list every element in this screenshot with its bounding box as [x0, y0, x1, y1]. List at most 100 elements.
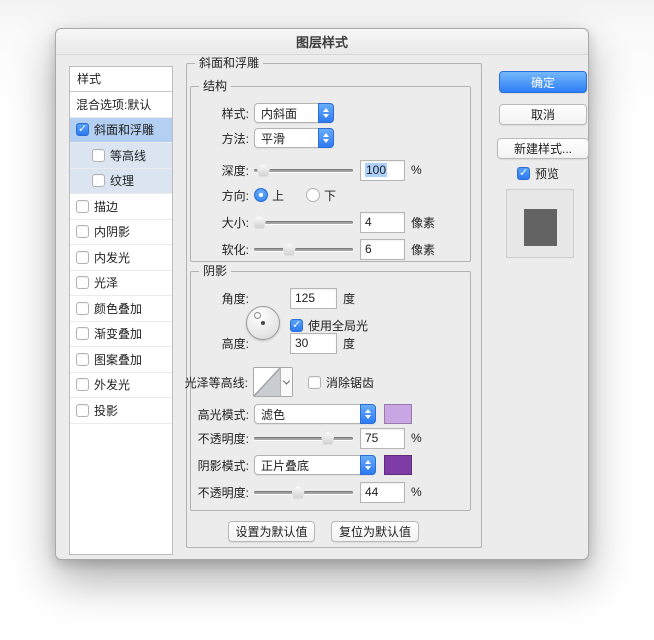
preview-thumbnail	[524, 209, 557, 246]
checkbox[interactable]	[76, 404, 89, 417]
anti-alias-checkbox[interactable]	[308, 376, 321, 389]
sidebar-item[interactable]: 描边	[70, 194, 172, 220]
soften-input[interactable]: 6	[360, 239, 405, 260]
altitude-row: 高度: 30 度	[191, 332, 466, 354]
highlight-opacity-row: 不透明度: 75 %	[191, 427, 466, 449]
contour-thumbnail-icon	[254, 368, 281, 396]
slider-thumb[interactable]	[253, 216, 266, 229]
sidebar-item[interactable]: 渐变叠加	[70, 322, 172, 348]
size-unit: 像素	[411, 214, 435, 231]
soften-unit: 像素	[411, 241, 435, 258]
slider-track	[254, 221, 353, 224]
dialog-title: 图层样式	[296, 32, 348, 51]
sidebar-item[interactable]: 外发光	[70, 373, 172, 399]
styles-list[interactable]: 样式 混合选项:默认斜面和浮雕等高线纹理描边内阴影内发光光泽颜色叠加渐变叠加图案…	[69, 66, 173, 555]
altitude-unit: 度	[343, 335, 355, 352]
ok-button[interactable]: 确定	[499, 71, 587, 93]
depth-row: 深度: 100 %	[191, 159, 466, 181]
direction-row: 方向: 上 下	[191, 184, 466, 206]
depth-label: 深度:	[191, 162, 249, 179]
checkbox[interactable]	[92, 174, 105, 187]
checked-checkbox[interactable]	[76, 123, 89, 136]
bevel-emboss-group-title: 斜面和浮雕	[195, 56, 263, 71]
sidebar-item[interactable]: 等高线	[70, 143, 172, 169]
contour-dropdown-arrow-icon[interactable]	[281, 368, 292, 396]
slider-thumb[interactable]	[321, 432, 334, 445]
angle-input[interactable]: 125	[290, 288, 337, 309]
shadow-mode-dropdown[interactable]: 正片叠底	[254, 455, 376, 475]
sidebar-item[interactable]: 投影	[70, 398, 172, 424]
sidebar-item-label: 投影	[94, 402, 118, 419]
slider-thumb[interactable]	[283, 243, 296, 256]
gloss-contour-row: 光泽等高线: 消除锯齿	[191, 367, 466, 397]
reset-default-button[interactable]: 复位为默认值	[331, 521, 419, 542]
direction-up-label: 上	[272, 187, 284, 204]
layer-style-dialog: 图层样式 样式 混合选项:默认斜面和浮雕等高线纹理描边内阴影内发光光泽颜色叠加渐…	[55, 28, 589, 560]
size-label: 大小:	[191, 214, 249, 231]
soften-row: 软化: 6 像素	[191, 238, 466, 260]
sidebar-item-label: 外发光	[94, 376, 130, 393]
checkbox[interactable]	[76, 302, 89, 315]
depth-input[interactable]: 100	[360, 160, 405, 181]
angle-dial-indicator[interactable]	[254, 312, 261, 319]
shadow-opacity-unit: %	[411, 485, 422, 499]
size-input[interactable]: 4	[360, 212, 405, 233]
sidebar-item[interactable]: 光泽	[70, 271, 172, 297]
sidebar-item[interactable]: 内阴影	[70, 220, 172, 246]
sidebar-item-label: 图案叠加	[94, 351, 142, 368]
global-light-checkbox[interactable]	[290, 319, 303, 332]
sidebar-item[interactable]: 颜色叠加	[70, 296, 172, 322]
soften-label: 软化:	[191, 241, 249, 258]
sidebar-item[interactable]: 内发光	[70, 245, 172, 271]
angle-dial-center	[261, 321, 265, 325]
size-slider[interactable]	[254, 215, 353, 230]
structure-legend: 结构	[199, 79, 231, 94]
soften-slider[interactable]	[254, 242, 353, 257]
highlight-color-swatch[interactable]	[384, 404, 412, 424]
set-default-button[interactable]: 设置为默认值	[228, 521, 315, 542]
highlight-opacity-slider[interactable]	[254, 431, 353, 446]
shading-legend: 阴影	[199, 264, 231, 279]
sidebar-item[interactable]: 斜面和浮雕	[70, 118, 172, 144]
sidebar-item[interactable]: 混合选项:默认	[70, 92, 172, 118]
highlight-opacity-unit: %	[411, 431, 422, 445]
bevel-style-value: 内斜面	[255, 105, 318, 122]
checkbox[interactable]	[76, 251, 89, 264]
dialog-titlebar[interactable]: 图层样式	[56, 29, 588, 55]
slider-track	[254, 437, 353, 440]
preview-label: 预览	[535, 165, 559, 182]
sidebar-item[interactable]: 图案叠加	[70, 347, 172, 373]
checkbox[interactable]	[76, 276, 89, 289]
shadow-opacity-input[interactable]: 44	[360, 482, 405, 503]
gloss-contour-picker[interactable]	[253, 367, 293, 397]
depth-slider[interactable]	[254, 163, 353, 178]
highlight-opacity-input[interactable]: 75	[360, 428, 405, 449]
altitude-input[interactable]: 30	[290, 333, 337, 354]
angle-row: 角度: 125 度	[191, 287, 466, 309]
preview-checkbox[interactable]	[517, 167, 530, 180]
direction-up-radio[interactable]	[254, 188, 268, 202]
sidebar-item[interactable]: 纹理	[70, 169, 172, 195]
slider-thumb[interactable]	[292, 486, 305, 499]
slider-thumb[interactable]	[257, 164, 270, 177]
highlight-mode-dropdown[interactable]: 滤色	[254, 404, 376, 424]
checkbox[interactable]	[92, 149, 105, 162]
altitude-label: 高度:	[191, 335, 249, 352]
new-style-button[interactable]: 新建样式...	[497, 138, 589, 159]
direction-down-radio[interactable]	[306, 188, 320, 202]
cancel-button[interactable]: 取消	[499, 104, 587, 125]
checkbox[interactable]	[76, 378, 89, 391]
bevel-style-dropdown[interactable]: 内斜面	[254, 103, 334, 123]
sidebar-item-label: 渐变叠加	[94, 325, 142, 342]
style-row: 样式: 内斜面	[191, 102, 466, 124]
sidebar-item-label: 颜色叠加	[94, 300, 142, 317]
shadow-mode-label: 阴影模式:	[191, 457, 249, 474]
checkbox[interactable]	[76, 200, 89, 213]
checkbox[interactable]	[76, 327, 89, 340]
shadow-color-swatch[interactable]	[384, 455, 412, 475]
shadow-opacity-slider[interactable]	[254, 485, 353, 500]
checkbox[interactable]	[76, 225, 89, 238]
structure-group: 结构 样式: 内斜面 方法: 平滑 深度: 100 % 方向:	[190, 86, 471, 262]
technique-dropdown[interactable]: 平滑	[254, 128, 334, 148]
checkbox[interactable]	[76, 353, 89, 366]
